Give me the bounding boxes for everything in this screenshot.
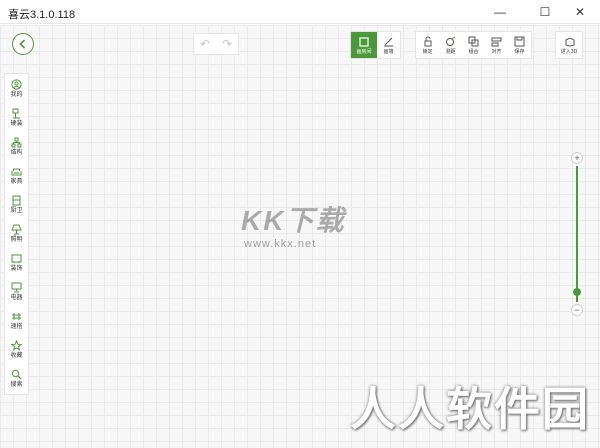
tool-align[interactable]: 对齐 (485, 32, 508, 58)
sidebar-item-search[interactable]: 搜索 (4, 364, 29, 393)
maximize-icon: ☐ (539, 5, 551, 19)
tool-label: 画墙 (383, 48, 394, 55)
close-button[interactable]: ✕ (560, 0, 600, 24)
sidebar-item-label: 家具 (10, 179, 23, 185)
sidebar-item-favorites[interactable]: 收藏 (4, 335, 29, 364)
sidebar-item-label: 装饰 (10, 266, 23, 272)
close-icon: ✕ (574, 5, 586, 19)
align-icon (491, 36, 503, 48)
tool-lock[interactable]: 锁定 (416, 32, 439, 58)
sidebar-item-structure[interactable]: 结构 (4, 132, 29, 161)
tool-group[interactable]: 组合 (462, 32, 485, 58)
tool-measure[interactable]: 测距 (439, 32, 462, 58)
star-icon (11, 339, 23, 352)
draw-tool-group: 画房间 画墙 (350, 31, 401, 59)
group-icon (468, 36, 480, 48)
undo-redo-group: ↶ ↷ (193, 33, 239, 55)
kitchen-icon (11, 194, 23, 207)
user-icon (11, 78, 23, 91)
window-title: 喜云3.1.0.118 (8, 9, 76, 21)
tool-label: 锁定 (422, 48, 433, 55)
tool-label: 测距 (445, 48, 456, 55)
lamp-icon (11, 223, 23, 236)
minimize-icon: — (494, 5, 506, 19)
watermark-url: www.kkx.net (244, 238, 317, 250)
zoom-out-button[interactable]: − (571, 304, 583, 316)
sidebar-item-label: 照明 (10, 237, 23, 243)
sidebar-item-label: 电器 (10, 295, 23, 301)
tool-label: 画房间 (356, 48, 372, 55)
category-sidebar: 我的 硬装 结构 家具 厨卫 照明 装饰 电器 速搭 收藏 搜索 (4, 73, 29, 395)
zoom-slider[interactable]: + − (571, 152, 583, 316)
square-icon (358, 36, 370, 48)
sidebar-item-decoration[interactable]: 装饰 (4, 248, 29, 277)
zoom-in-button[interactable]: + (571, 152, 583, 164)
sidebar-item-label: 速搭 (10, 324, 23, 330)
zoom-track[interactable] (576, 166, 578, 302)
edit-tool-group: 锁定 测距 组合 对齐 保存 (415, 31, 532, 59)
arrow-left-icon (19, 39, 26, 49)
title-bar: 喜云3.1.0.118 — ☐ ✕ (0, 0, 600, 24)
sidebar-item-label: 硬装 (10, 121, 23, 127)
frame-icon (11, 252, 23, 265)
monitor-icon (11, 281, 23, 294)
tool-draw-wall[interactable]: 画墙 (377, 32, 400, 58)
view-3d-group: 进入3D (555, 31, 583, 59)
zoom-in-icon: + (574, 153, 580, 163)
tool-label: 保存 (514, 48, 525, 55)
overlay-watermark: 人人软件园 (350, 383, 590, 435)
undo-button[interactable]: ↶ (200, 37, 210, 51)
sidebar-item-lighting[interactable]: 照明 (4, 219, 29, 248)
tool-label: 对齐 (491, 48, 502, 55)
pen-icon (383, 36, 395, 48)
watermark-logo: KK下载 (241, 205, 346, 236)
redo-button[interactable]: ↷ (222, 37, 232, 51)
sidebar-item-label: 结构 (10, 150, 23, 156)
sidebar-item-mine[interactable]: 我的 (4, 74, 29, 103)
back-button[interactable] (12, 33, 34, 55)
tool-save[interactable]: 保存 (508, 32, 531, 58)
hard-decor-icon (11, 107, 23, 120)
sidebar-item-appliance[interactable]: 电器 (4, 277, 29, 306)
cube-icon (563, 36, 575, 48)
lock-icon (422, 36, 434, 48)
measure-icon (445, 36, 457, 48)
quick-build-icon (11, 310, 23, 323)
sidebar-item-label: 搜索 (10, 382, 23, 388)
save-icon (514, 36, 526, 48)
sidebar-item-label: 厨卫 (10, 208, 23, 214)
sidebar-item-label: 我的 (10, 92, 23, 98)
sidebar-item-kitchen[interactable]: 厨卫 (4, 190, 29, 219)
tool-label: 进入3D (560, 48, 578, 55)
sidebar-item-label: 收藏 (10, 353, 23, 359)
tool-draw-room[interactable]: 画房间 (351, 32, 377, 58)
minimize-button[interactable]: — (480, 0, 520, 24)
sidebar-item-furniture[interactable]: 家具 (4, 161, 29, 190)
sofa-icon (11, 165, 23, 178)
maximize-button[interactable]: ☐ (525, 0, 565, 24)
sidebar-item-hard-decor[interactable]: 硬装 (4, 103, 29, 132)
tool-label: 组合 (468, 48, 479, 55)
enter-3d-button[interactable]: 进入3D (556, 32, 582, 58)
sidebar-item-quick-build[interactable]: 速搭 (4, 306, 29, 335)
structure-icon (11, 136, 23, 149)
search-icon (11, 368, 23, 381)
zoom-thumb[interactable] (573, 288, 581, 297)
zoom-out-icon: − (574, 305, 580, 315)
